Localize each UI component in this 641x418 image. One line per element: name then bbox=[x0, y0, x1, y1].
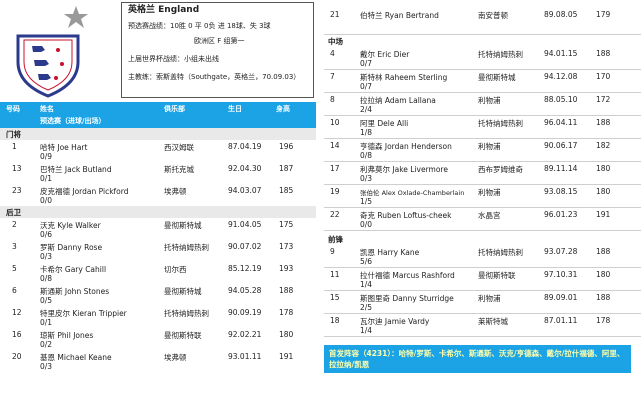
col-name: 姓名 bbox=[40, 105, 54, 113]
table-row: 11 拉什福德 Marcus Rashford 1/4 曼彻斯特联 97.10.31 18… bbox=[324, 268, 641, 291]
team-header: 英格兰 England 预选赛战绩：10胜 0 平 0负 进 18球、失 3球 … bbox=[0, 0, 316, 102]
table-row: 21 伯特兰 Ryan Bertrand 南安普顿 89.08.05 179 bbox=[324, 8, 641, 35]
col-height: 身高 bbox=[276, 105, 290, 113]
table-row: 18 瓦尔迪 Jamie Vardy 1/4 莱斯特城 87.01.11 178 bbox=[324, 314, 641, 337]
col-dob: 生日 bbox=[228, 105, 242, 113]
table-row: 22 奇克 Ruben Loftus-cheek 0/0 水晶宫 96.01.23 191 bbox=[324, 208, 641, 231]
defender-list: 2 沃克 Kyle Walker 0/6 曼彻斯特城 91.04.05 175 3 罗斯 D… bbox=[0, 218, 316, 372]
starting-lineup-note: 首发阵容（4231）：哈特/罗斯、卡希尔、斯通斯、沃克/亨德森、戴尔/拉什福德、… bbox=[324, 345, 631, 373]
table-row: 14 亨德森 Jordan Henderson 0/8 利物浦 90.06.17 182 bbox=[324, 139, 641, 162]
table-row: 5 卡希尔 Gary Cahill 0/8 切尔西 85.12.19 193 bbox=[12, 264, 294, 283]
col-stats: 预选赛（进球/出场） bbox=[40, 117, 106, 125]
section-forwards: 前锋 bbox=[324, 231, 641, 245]
table-row: 12 特里皮尔 Kieran Trippier 0/1 托特纳姆热刺 90.09.19 1… bbox=[12, 308, 294, 327]
table-row: 3 罗斯 Danny Rose 0/3 托特纳姆热刺 90.07.02 173 bbox=[12, 242, 294, 261]
table-row: 17 利弗莫尔 Jake Livermore 0/3 西布罗姆维奇 89.11.14 18… bbox=[324, 162, 641, 185]
col-num: 号码 bbox=[6, 105, 20, 113]
team-name: 英格兰 England bbox=[128, 5, 200, 15]
table-row: 4 戴尔 Eric Dier 0/7 托特纳姆热刺 94.01.15 188 bbox=[324, 47, 641, 70]
section-defenders: 后卫 bbox=[0, 206, 316, 218]
qualify-record: 预选赛战绩：10胜 0 平 0负 进 18球、失 3球 bbox=[128, 22, 271, 30]
group-rank: 欧洲区 F 组第一 bbox=[194, 37, 245, 45]
table-row: 8 拉拉纳 Adam Lallana 2/4 利物浦 88.05.10 172 bbox=[324, 93, 641, 116]
right-panel: 21 伯特兰 Ryan Bertrand 南安普顿 89.08.05 179 中场 4戴… bbox=[324, 0, 641, 373]
midfielder-list: 4 戴尔 Eric Dier 0/7 托特纳姆热刺 94.01.15 188 7 斯特林 R… bbox=[324, 47, 641, 231]
table-row: 15 斯图里奇 Danny Sturridge 2/5 利物浦 89.09.01 188 bbox=[324, 291, 641, 314]
table-row: 2 沃克 Kyle Walker 0/6 曼彻斯特城 91.04.05 175 bbox=[12, 220, 294, 239]
table-row: 1 哈特 Joe Hart 0/9 西汉姆联 87.04.19 196 bbox=[12, 142, 294, 161]
section-goalkeepers: 门将 bbox=[0, 128, 316, 140]
table-row: 13 巴特兰 Jack Butland 0/1 斯托克城 92.04.30 187 bbox=[12, 164, 294, 183]
table-row: 6 斯通斯 John Stones 0/5 曼彻斯特城 94.05.28 188 bbox=[12, 286, 294, 305]
table-row: 19 张伯伦 Alex Oxlade-Chamberlain 1/5 利物浦 93.08… bbox=[324, 185, 641, 208]
table-row: 16 琼斯 Phil Jones 0/2 曼彻斯特联 92.02.21 180 bbox=[12, 330, 294, 349]
goalkeeper-list: 1 哈特 Joe Hart 0/9 西汉姆联 87.04.19 196 13 巴特兰 Jac… bbox=[0, 140, 316, 206]
section-midfielders: 中场 bbox=[324, 35, 641, 47]
left-panel: 英格兰 England 预选赛战绩：10胜 0 平 0负 进 18球、失 3球 … bbox=[0, 0, 316, 372]
table-row: 7 斯特林 Raheem Sterling 0/7 曼彻斯特城 94.12.08 170 bbox=[324, 70, 641, 93]
col-club: 俱乐部 bbox=[164, 105, 185, 113]
table-row: 20 基恩 Michael Keane 0/3 埃弗顿 93.01.11 191 bbox=[12, 352, 294, 371]
column-header: 号码 姓名 预选赛（进球/出场） 俱乐部 生日 身高 bbox=[0, 102, 316, 128]
table-row: 23 皮克福德 Jordan Pickford 0/0 埃弗顿 94.03.07 185 bbox=[12, 186, 294, 205]
table-row: 10 阿里 Dele Alli 1/8 托特纳姆热刺 96.04.11 188 bbox=[324, 116, 641, 139]
coach: 主教练：索斯盖特（Southgate，英格兰，70.09.03） bbox=[128, 73, 301, 81]
forward-list: 9 凯恩 Harry Kane 5/6 托特纳姆热刺 93.07.28 188 11 拉什福… bbox=[324, 245, 641, 337]
england-crest-icon bbox=[16, 6, 88, 98]
last-worldcup: 上届世界杯战绩：小组未出线 bbox=[128, 55, 219, 63]
table-row: 9 凯恩 Harry Kane 5/6 托特纳姆热刺 93.07.28 188 bbox=[324, 245, 641, 268]
team-info-box: 英格兰 England 预选赛战绩：10胜 0 平 0负 进 18球、失 3球 … bbox=[121, 2, 314, 98]
